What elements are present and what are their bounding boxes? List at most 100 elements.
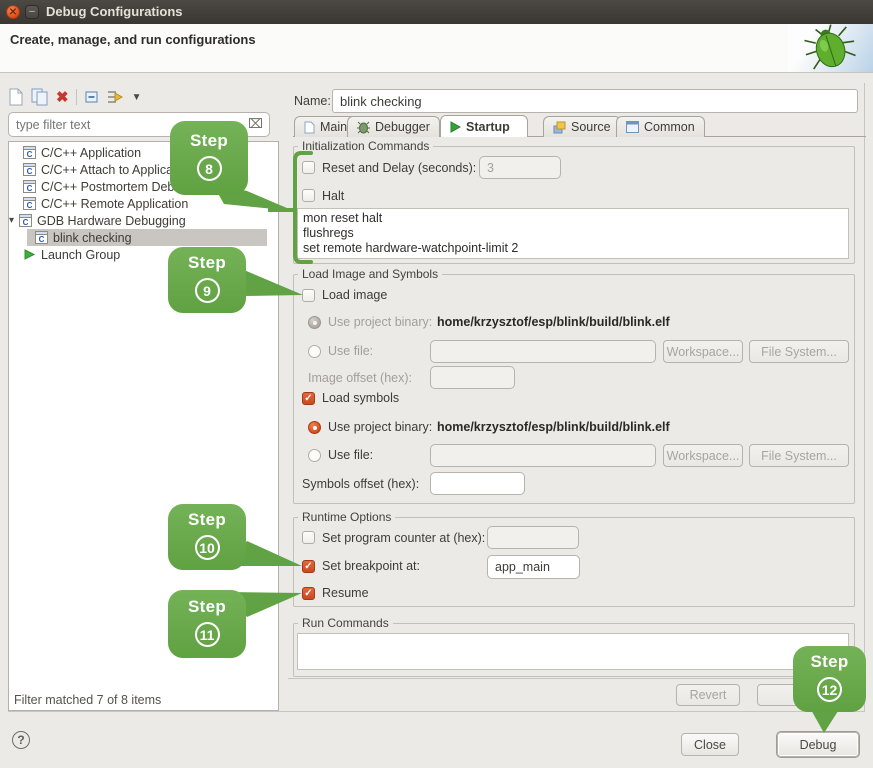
symbols-filesystem-button[interactable]: File System... [749, 444, 849, 467]
breakpoint-input[interactable] [487, 555, 580, 579]
symbols-use-file-radio[interactable] [308, 449, 321, 462]
tab-label: Main [320, 120, 347, 134]
toolbar-separator [76, 89, 77, 105]
toolbar-dropdown-chevron-icon[interactable]: ▼ [132, 92, 142, 103]
c-application-icon: C [23, 180, 36, 193]
window-titlebar: ✕ – Debug Configurations [0, 0, 873, 25]
tree-item-gdb-hardware-debugging[interactable]: ▾ C GDB Hardware Debugging [9, 212, 278, 229]
filter-status-text: Filter matched 7 of 8 items [14, 693, 161, 707]
button-row-separator [288, 678, 865, 679]
tree-item-cpp-remote[interactable]: C C/C++ Remote Application [9, 195, 278, 212]
tab-label: Debugger [375, 120, 430, 134]
symbols-use-project-binary-label: Use project binary: [328, 420, 432, 434]
run-commands-title: Run Commands [298, 616, 393, 630]
source-tab-icon [553, 121, 566, 134]
tree-item-label: C/C++ Application [41, 146, 141, 160]
step-12-badge: Step 12 [793, 646, 866, 712]
set-program-counter-checkbox[interactable] [302, 531, 315, 544]
tab-debugger[interactable]: Debugger [347, 116, 440, 137]
duplicate-configuration-icon[interactable] [31, 88, 49, 106]
step-number: 12 [817, 677, 842, 702]
reset-and-delay-label: Reset and Delay (seconds): [322, 161, 476, 175]
load-image-checkbox[interactable] [302, 289, 315, 302]
startup-tab-icon [450, 121, 461, 133]
c-application-icon: C [23, 163, 36, 176]
tree-item-label: Launch Group [41, 248, 120, 262]
symbols-offset-input[interactable] [430, 472, 525, 495]
tab-label: Source [571, 120, 611, 134]
step-label: Step [168, 253, 246, 273]
symbols-use-project-binary-radio[interactable] [308, 421, 321, 434]
symbols-file-input[interactable] [430, 444, 656, 467]
load-symbols-checkbox[interactable] [302, 392, 315, 405]
right-panel-border [864, 83, 865, 711]
program-counter-input[interactable] [487, 526, 579, 549]
new-configuration-icon[interactable] [8, 88, 24, 106]
symbols-offset-label: Symbols offset (hex): [302, 477, 419, 491]
c-application-icon: C [19, 214, 32, 227]
clear-filter-icon[interactable]: ⌧ [248, 116, 263, 132]
name-label: Name: [294, 94, 331, 108]
resume-checkbox[interactable] [302, 587, 315, 600]
image-file-input[interactable] [430, 340, 656, 363]
content-bottom-border [8, 711, 865, 712]
step-number: 10 [195, 535, 220, 560]
image-filesystem-button[interactable]: File System... [749, 340, 849, 363]
tree-item-label: GDB Hardware Debugging [37, 214, 186, 228]
tab-startup[interactable]: Startup [440, 115, 528, 137]
svg-text:C: C [27, 167, 33, 176]
load-image-symbols-group [293, 274, 855, 504]
tree-item-blink-checking[interactable]: C blink checking [27, 229, 267, 246]
window-minimize-button[interactable]: – [25, 5, 39, 19]
expand-arrow-icon[interactable]: ▾ [9, 215, 19, 226]
image-use-project-binary-label: Use project binary: [328, 315, 432, 329]
revert-button[interactable]: Revert [676, 684, 740, 706]
close-button[interactable]: Close [681, 733, 739, 756]
dialog-header: Create, manage, and run configurations [0, 24, 873, 73]
resume-label: Resume [322, 586, 369, 600]
image-workspace-button[interactable]: Workspace... [663, 340, 743, 363]
set-breakpoint-label: Set breakpoint at: [322, 559, 420, 573]
image-use-project-binary-radio[interactable] [308, 316, 321, 329]
svg-text:C: C [23, 218, 29, 227]
image-offset-input[interactable] [430, 366, 515, 389]
tab-source[interactable]: Source [543, 116, 621, 137]
window-close-button[interactable]: ✕ [6, 5, 20, 19]
halt-label: Halt [322, 189, 344, 203]
common-tab-icon [626, 121, 639, 133]
halt-checkbox[interactable] [302, 189, 315, 202]
help-icon[interactable]: ? [12, 731, 30, 749]
symbols-workspace-button[interactable]: Workspace... [663, 444, 743, 467]
tab-common[interactable]: Common [616, 116, 705, 137]
reset-delay-input[interactable] [479, 156, 561, 179]
image-use-file-label: Use file: [328, 344, 373, 358]
symbols-binary-path: home/krzysztof/esp/blink/build/blink.elf [437, 420, 670, 434]
step-label: Step [793, 652, 866, 672]
load-image-label: Load image [322, 288, 387, 302]
name-input[interactable] [332, 89, 858, 113]
window-title: Debug Configurations [46, 4, 183, 19]
symbols-use-file-label: Use file: [328, 448, 373, 462]
image-offset-label: Image offset (hex): [308, 371, 412, 385]
filter-launch-configurations-icon[interactable] [107, 89, 125, 105]
beetle-icon [794, 17, 865, 79]
dialog-subtitle: Create, manage, and run configurations [10, 32, 256, 47]
image-use-file-radio[interactable] [308, 345, 321, 358]
set-breakpoint-checkbox[interactable] [302, 560, 315, 573]
c-application-icon: C [35, 231, 48, 244]
step-number: 11 [195, 622, 220, 647]
delete-configuration-icon[interactable]: ✖ [56, 88, 69, 106]
run-commands-textarea[interactable] [297, 633, 849, 670]
svg-text:C: C [27, 150, 33, 159]
initialization-commands-title: Initialization Commands [298, 139, 433, 153]
init-commands-textarea[interactable]: mon reset halt flushregs set remote hard… [297, 208, 849, 259]
collapse-all-icon[interactable] [84, 89, 100, 105]
bug-image-background [788, 24, 873, 72]
runtime-options-title: Runtime Options [298, 510, 395, 524]
step-number: 8 [197, 156, 222, 181]
tab-label: Startup [466, 120, 510, 134]
debug-button[interactable]: Debug [777, 732, 859, 757]
set-program-counter-label: Set program counter at (hex): [322, 531, 485, 545]
reset-and-delay-checkbox[interactable] [302, 161, 315, 174]
step-8-badge: Step 8 [170, 121, 248, 195]
